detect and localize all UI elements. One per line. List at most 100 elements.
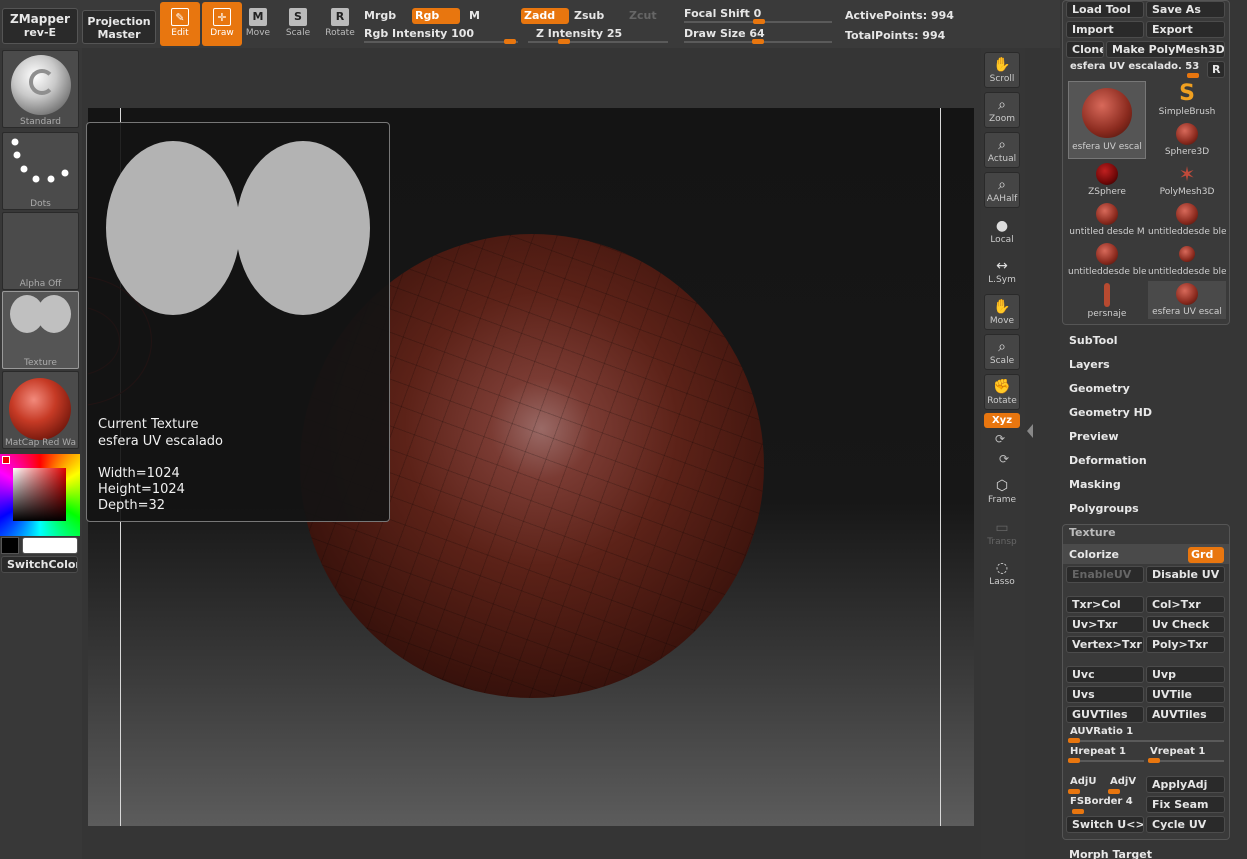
color-picker[interactable] xyxy=(0,454,80,536)
stroke-selector[interactable]: Dots xyxy=(2,132,79,210)
enable-uv-button[interactable]: EnableUV xyxy=(1066,566,1144,583)
panel-collapse-arrow-icon[interactable] xyxy=(1027,424,1033,438)
draw-button[interactable]: ✛ Draw xyxy=(202,2,242,46)
rgb-button[interactable]: Rgb xyxy=(412,8,460,24)
draw-size-slider[interactable]: Draw Size 64 xyxy=(684,27,765,40)
tool-esfera-uv-selected[interactable]: esfera UV escal xyxy=(1068,81,1146,159)
clone-button[interactable]: Clone xyxy=(1066,41,1104,58)
fix-seam-button[interactable]: Fix Seam xyxy=(1146,796,1225,813)
actual-button[interactable]: ⌕ Actual xyxy=(984,132,1020,168)
section-deformation[interactable]: Deformation xyxy=(1069,454,1147,467)
hrepeat-knob[interactable] xyxy=(1068,758,1080,763)
section-geometry[interactable]: Geometry xyxy=(1069,382,1130,395)
import-button[interactable]: Import xyxy=(1066,21,1144,38)
vertex-txr-button[interactable]: Vertex>Txr xyxy=(1066,636,1144,653)
guvtiles-button[interactable]: GUVTiles xyxy=(1066,706,1144,723)
hrepeat-slider[interactable]: Hrepeat 1 xyxy=(1070,746,1126,757)
uvp-button[interactable]: Uvp xyxy=(1146,666,1225,683)
uvs-button[interactable]: Uvs xyxy=(1066,686,1144,703)
auvratio-knob[interactable] xyxy=(1068,738,1080,743)
rgb-intensity-slider[interactable]: Rgb Intensity 100 xyxy=(364,27,474,40)
uvc-button[interactable]: Uvc xyxy=(1066,666,1144,683)
tool-untitled-3[interactable]: untitleddesde bler xyxy=(1068,241,1146,279)
vrepeat-slider[interactable]: Vrepeat 1 xyxy=(1150,746,1205,757)
section-polygroups[interactable]: Polygroups xyxy=(1069,502,1139,515)
lsym-button[interactable]: ↔ L.Sym xyxy=(984,254,1020,290)
edit-button[interactable]: ✎ Edit xyxy=(160,2,200,46)
auvratio-track[interactable] xyxy=(1068,740,1224,742)
cycle-uv-button[interactable]: Cycle UV xyxy=(1146,816,1225,833)
section-preview[interactable]: Preview xyxy=(1069,430,1119,443)
transp-button[interactable]: ▭ Transp xyxy=(984,516,1020,552)
applyadj-button[interactable]: ApplyAdj xyxy=(1146,776,1225,793)
lasso-button[interactable]: ◌ Lasso xyxy=(984,556,1020,592)
rotate-z-icon[interactable]: ⟳ xyxy=(999,452,1009,466)
m-button[interactable]: M xyxy=(469,9,480,22)
aahalf-button[interactable]: ⌕ AAHalf xyxy=(984,172,1020,208)
vrepeat-knob[interactable] xyxy=(1148,758,1160,763)
r-button[interactable]: R xyxy=(1207,61,1225,78)
texture-selector[interactable]: Texture xyxy=(2,291,79,369)
export-button[interactable]: Export xyxy=(1146,21,1225,38)
save-as-button[interactable]: Save As xyxy=(1146,1,1225,18)
col-txr-button[interactable]: Col>Txr xyxy=(1146,596,1225,613)
txr-col-button[interactable]: Txr>Col xyxy=(1066,596,1144,613)
mrgb-button[interactable]: Mrgb xyxy=(364,9,396,22)
section-masking[interactable]: Masking xyxy=(1069,478,1121,491)
xyz-button[interactable]: Xyz xyxy=(984,413,1020,428)
current-tool-knob[interactable] xyxy=(1187,73,1199,78)
texture-section-header[interactable]: Texture xyxy=(1069,526,1116,539)
section-morph-target[interactable]: Morph Target xyxy=(1069,848,1152,859)
tool-untitled-1[interactable]: untitled desde M xyxy=(1068,201,1146,239)
local-button[interactable]: ● Local xyxy=(984,214,1020,250)
fsborder-slider[interactable]: FSBorder 4 xyxy=(1070,796,1133,807)
zcut-button[interactable]: Zcut xyxy=(629,9,657,22)
scroll-button[interactable]: ✋ Scroll xyxy=(984,52,1020,88)
tool-sphere3d[interactable]: Sphere3D xyxy=(1148,121,1226,159)
material-selector[interactable]: MatCap Red Wa xyxy=(2,371,79,449)
fsborder-knob[interactable] xyxy=(1072,809,1084,814)
z-intensity-track[interactable] xyxy=(528,41,668,43)
focal-shift-knob[interactable] xyxy=(753,19,765,24)
zsub-button[interactable]: Zsub xyxy=(574,9,604,22)
adju-slider[interactable]: AdjU xyxy=(1070,776,1096,787)
tool-simplebrush[interactable]: S SimpleBrush xyxy=(1148,81,1226,119)
draw-size-knob[interactable] xyxy=(752,39,764,44)
color-gradient-square[interactable] xyxy=(13,468,66,521)
adju-knob[interactable] xyxy=(1068,789,1080,794)
switch-uv-button[interactable]: Switch U<>V xyxy=(1066,816,1144,833)
z-intensity-knob[interactable] xyxy=(558,39,570,44)
scale-button[interactable]: S Scale xyxy=(278,2,318,46)
disable-uv-button[interactable]: Disable UV xyxy=(1146,566,1225,583)
brush-selector[interactable]: Standard xyxy=(2,50,79,128)
tool-esfera-uv[interactable]: esfera UV escal xyxy=(1148,281,1226,319)
z-intensity-slider[interactable]: Z Intensity 25 xyxy=(536,27,622,40)
rotate-view-button[interactable]: ✊ Rotate xyxy=(984,374,1020,410)
adjv-knob[interactable] xyxy=(1108,789,1120,794)
zoom-button[interactable]: ⌕ Zoom xyxy=(984,92,1020,128)
rgb-intensity-track[interactable] xyxy=(364,41,518,43)
auvtiles-button[interactable]: AUVTiles xyxy=(1146,706,1225,723)
auvratio-slider[interactable]: AUVRatio 1 xyxy=(1070,726,1133,737)
frame-button[interactable]: ⬡ Frame xyxy=(984,474,1020,510)
adjv-slider[interactable]: AdjV xyxy=(1110,776,1136,787)
section-layers[interactable]: Layers xyxy=(1069,358,1110,371)
uv-check-button[interactable]: Uv Check xyxy=(1146,616,1225,633)
tool-zsphere[interactable]: ZSphere xyxy=(1068,161,1146,199)
tool-untitled-4[interactable]: untitleddesde bler xyxy=(1148,241,1226,279)
secondary-color-swatch[interactable] xyxy=(1,537,19,554)
load-tool-button[interactable]: Load Tool xyxy=(1066,1,1144,18)
section-subtool[interactable]: SubTool xyxy=(1069,334,1118,347)
tool-persnaje[interactable]: persnaje xyxy=(1068,281,1146,319)
tool-polymesh3d[interactable]: ✶ PolyMesh3D xyxy=(1148,161,1226,199)
rotate-button[interactable]: R Rotate xyxy=(320,2,360,46)
main-color-swatch[interactable] xyxy=(22,537,78,554)
projection-master-button[interactable]: Projection Master xyxy=(82,10,156,44)
rgb-intensity-knob[interactable] xyxy=(504,39,516,44)
move-view-button[interactable]: ✋ Move xyxy=(984,294,1020,330)
move-button[interactable]: M Move xyxy=(238,2,278,46)
current-tool-slider[interactable]: esfera UV escalado. 53 xyxy=(1070,61,1199,72)
uv-txr-button[interactable]: Uv>Txr xyxy=(1066,616,1144,633)
scale-view-button[interactable]: ⌕ Scale xyxy=(984,334,1020,370)
zadd-button[interactable]: Zadd xyxy=(521,8,569,24)
